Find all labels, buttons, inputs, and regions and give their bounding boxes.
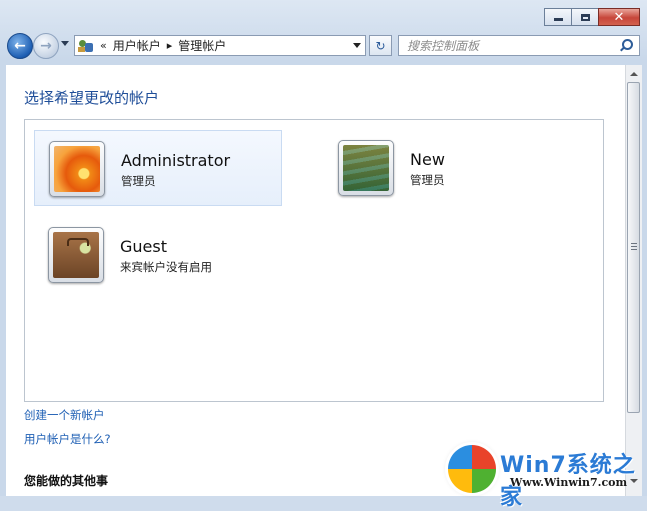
back-button[interactable]: ← bbox=[7, 33, 33, 59]
caption-buttons: ✕ bbox=[544, 8, 640, 26]
back-arrow-icon: ← bbox=[14, 38, 26, 54]
suitcase-picture bbox=[53, 232, 99, 278]
minimize-icon bbox=[553, 18, 563, 21]
refresh-button[interactable]: ↻ bbox=[369, 35, 392, 56]
breadcrumb-separator-icon[interactable]: ▸ bbox=[167, 39, 173, 52]
maximize-button[interactable] bbox=[571, 8, 599, 26]
forward-arrow-icon: → bbox=[40, 38, 52, 54]
account-type: 来宾帐户没有启用 bbox=[120, 260, 212, 274]
account-picture bbox=[48, 227, 104, 283]
account-administrator[interactable]: Administrator 管理员 bbox=[34, 130, 282, 206]
search-box[interactable]: 搜索控制面板 bbox=[398, 35, 640, 56]
maximize-icon bbox=[580, 13, 590, 21]
page-title: 选择希望更改的帐户 bbox=[24, 89, 160, 107]
account-list: Administrator 管理员 New 管理员 Guest 来宾帐户没有启用 bbox=[24, 119, 604, 402]
windows-logo-icon bbox=[448, 445, 496, 493]
watermark-url: Www.Winwin7.com bbox=[510, 476, 628, 489]
account-name: Administrator bbox=[121, 151, 231, 170]
search-input[interactable]: 搜索控制面板 bbox=[407, 37, 619, 54]
breadcrumb-user-accounts[interactable]: 用户帐户 bbox=[113, 37, 161, 54]
account-guest[interactable]: Guest 来宾帐户没有启用 bbox=[34, 217, 282, 293]
minimize-button[interactable] bbox=[544, 8, 572, 26]
stairs-picture bbox=[343, 145, 389, 191]
search-icon[interactable] bbox=[619, 38, 633, 53]
recent-pages-dropdown-icon[interactable] bbox=[61, 41, 69, 46]
address-bar[interactable]: « 用户帐户 ▸ 管理帐户 bbox=[74, 35, 366, 56]
control-panel-icon bbox=[78, 39, 94, 53]
navigation-bar: ← → « 用户帐户 ▸ 管理帐户 ↻ 搜索控制面板 bbox=[0, 32, 647, 60]
account-picture bbox=[49, 141, 105, 197]
content-pane: 选择希望更改的帐户 Administrator 管理员 New 管理员 Gues… bbox=[6, 65, 625, 496]
other-tasks-heading: 您能做的其他事 bbox=[24, 474, 109, 488]
what-is-account-link[interactable]: 用户帐户是什么? bbox=[24, 431, 111, 447]
control-panel-window: ✕ ← → « 用户帐户 ▸ 管理帐户 ↻ 搜索控制面板 选择希望更改的帐户 A… bbox=[0, 0, 647, 510]
vertical-scrollbar[interactable] bbox=[625, 65, 642, 496]
account-name: Guest bbox=[120, 237, 167, 256]
grip-icon bbox=[631, 243, 637, 252]
scroll-up-icon bbox=[630, 72, 638, 76]
account-type: 管理员 bbox=[410, 173, 445, 187]
address-dropdown-icon[interactable] bbox=[353, 43, 361, 48]
account-picture bbox=[338, 140, 394, 196]
close-icon: ✕ bbox=[613, 9, 625, 25]
forward-button[interactable]: → bbox=[33, 33, 59, 59]
account-new[interactable]: New 管理员 bbox=[324, 130, 572, 206]
refresh-icon: ↻ bbox=[375, 38, 386, 53]
account-type: 管理员 bbox=[121, 174, 156, 188]
breadcrumb-overflow[interactable]: « bbox=[100, 39, 107, 52]
account-name: New bbox=[410, 150, 445, 169]
close-button[interactable]: ✕ bbox=[598, 8, 640, 26]
scroll-thumb[interactable] bbox=[627, 82, 640, 413]
watermark: Win7系统之家 Www.Winwin7.com bbox=[448, 443, 647, 510]
scroll-up-button[interactable] bbox=[626, 67, 642, 81]
breadcrumb-manage-accounts[interactable]: 管理帐户 bbox=[178, 37, 226, 54]
flower-picture bbox=[54, 146, 100, 192]
create-account-link[interactable]: 创建一个新帐户 bbox=[24, 407, 105, 423]
